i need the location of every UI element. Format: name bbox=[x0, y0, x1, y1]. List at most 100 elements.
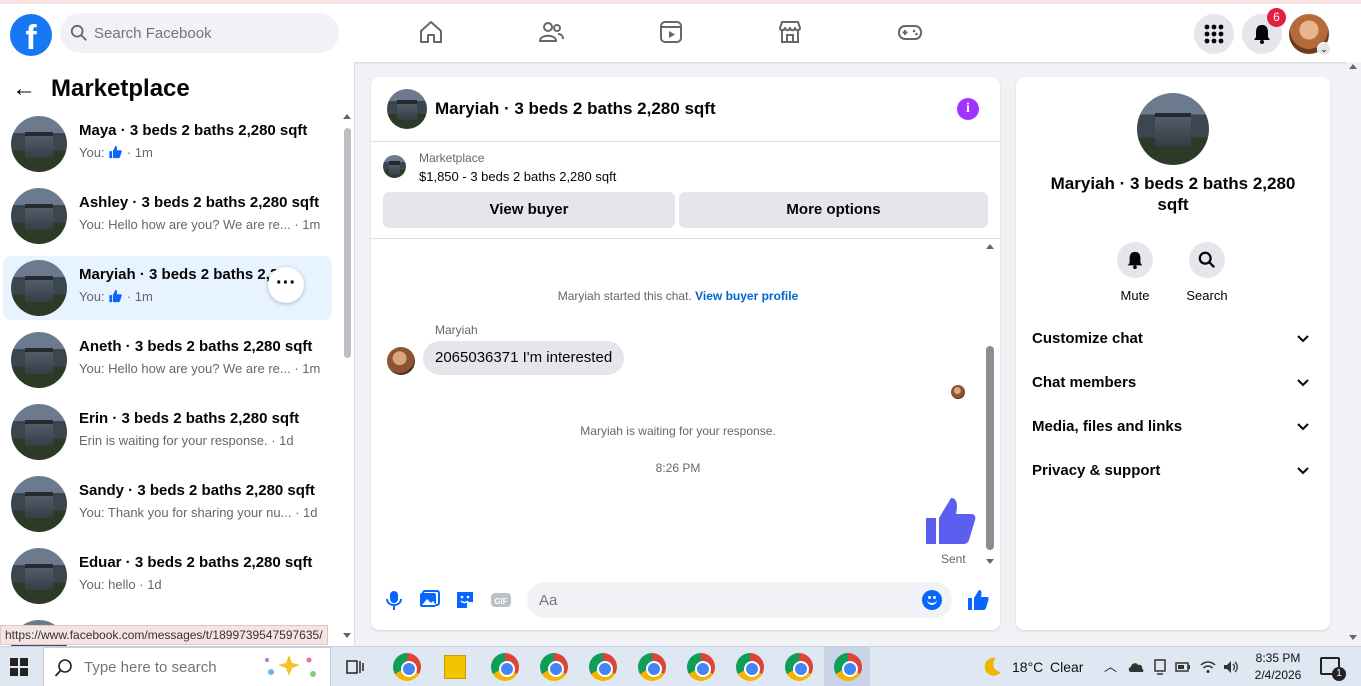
chrome-profile-app-icon[interactable] bbox=[638, 653, 666, 681]
search-input[interactable] bbox=[94, 13, 324, 53]
list-item[interactable]: Eduar · 3 beds 2 baths 2,280 sqft You: h… bbox=[3, 544, 332, 608]
chrome-app-icon[interactable] bbox=[393, 653, 421, 681]
chat-title[interactable]: Maryiah · 3 beds 2 baths 2,280 sqft bbox=[435, 99, 716, 119]
volume-icon[interactable] bbox=[1223, 659, 1239, 675]
message-composer: GIF bbox=[371, 577, 1000, 623]
facebook-logo[interactable]: f bbox=[10, 14, 52, 56]
sent-like-icon[interactable] bbox=[924, 496, 976, 546]
listing-summary: Marketplace $1,850 - 3 beds 2 baths 2,28… bbox=[371, 143, 1000, 239]
listing-thumbnail bbox=[11, 404, 67, 460]
message-thread: Maryiah started this chat. View buyer pr… bbox=[371, 240, 1000, 570]
windows-start-icon[interactable] bbox=[10, 658, 28, 676]
chat-started-note: Maryiah started this chat. View buyer pr… bbox=[557, 289, 799, 303]
conversation-title: Erin · 3 beds 2 baths 2,280 sqft bbox=[79, 410, 300, 427]
list-item[interactable]: Ashley · 3 beds 2 baths 2,280 sqft You: … bbox=[3, 184, 332, 248]
listing-thumbnail[interactable] bbox=[387, 89, 427, 129]
wifi-icon[interactable] bbox=[1200, 659, 1216, 675]
scrollbar-thumb[interactable] bbox=[986, 346, 994, 550]
info-icon[interactable]: i bbox=[957, 98, 979, 120]
marketplace-icon[interactable] bbox=[777, 19, 803, 45]
view-buyer-profile-link[interactable]: View buyer profile bbox=[695, 289, 798, 303]
panel-title: Marketplace bbox=[51, 75, 190, 102]
weather-condition[interactable]: Clear bbox=[1050, 647, 1083, 686]
conversation-title: Sandy · 3 beds 2 baths 2,280 sqft bbox=[79, 482, 315, 499]
onedrive-icon[interactable] bbox=[1127, 659, 1145, 675]
battery-icon[interactable] bbox=[1175, 660, 1191, 674]
scroll-up-arrow[interactable] bbox=[1349, 64, 1357, 69]
sticker-icon[interactable] bbox=[454, 589, 476, 611]
system-clock[interactable]: 8:35 PM 2/4/2026 bbox=[1250, 650, 1306, 684]
more-options-button[interactable]: More options bbox=[679, 192, 988, 228]
search-facebook-box[interactable] bbox=[60, 13, 339, 53]
sender-name: Maryiah bbox=[435, 323, 478, 337]
chevron-up-icon[interactable]: ︿ bbox=[1104, 647, 1117, 686]
menu-grid-button[interactable] bbox=[1194, 14, 1234, 54]
account-avatar[interactable]: ⌄ bbox=[1289, 14, 1331, 56]
list-item[interactable]: Erin · 3 beds 2 baths 2,280 sqft Erin is… bbox=[3, 400, 332, 464]
action-center-badge: 1 bbox=[1332, 667, 1346, 681]
friends-icon[interactable] bbox=[538, 19, 564, 45]
conversation-snippet: You: Hello how are you? We are re... · 1… bbox=[79, 361, 321, 376]
listing-thumbnail bbox=[383, 155, 406, 178]
like-send-icon[interactable] bbox=[967, 589, 989, 611]
scrollbar-thumb[interactable] bbox=[344, 128, 351, 358]
message-bubble[interactable]: 2065036371 I'm interested bbox=[423, 341, 625, 375]
clock-time: 8:35 PM bbox=[1255, 651, 1301, 665]
more-options-dots-button[interactable]: ··· bbox=[268, 267, 304, 303]
chrome-profile-app-icon[interactable] bbox=[540, 653, 568, 681]
scroll-down-arrow[interactable] bbox=[1349, 635, 1357, 640]
media-files-links-section[interactable]: Media, files and links bbox=[1032, 418, 1314, 442]
chrome-profile-app-icon[interactable] bbox=[589, 653, 617, 681]
page-scrollbar[interactable] bbox=[1346, 62, 1361, 646]
chrome-profile-app-icon[interactable] bbox=[491, 653, 519, 681]
photo-icon[interactable] bbox=[418, 589, 440, 611]
weather-temperature[interactable]: 18°C bbox=[1012, 647, 1043, 686]
mute-action[interactable]: Mute bbox=[1105, 242, 1165, 303]
chat-members-section[interactable]: Chat members bbox=[1032, 374, 1314, 398]
customize-chat-section[interactable]: Customize chat bbox=[1032, 330, 1314, 354]
chat-info-panel: Maryiah · 3 beds 2 baths 2,280 sqft Mute… bbox=[1016, 77, 1330, 630]
marketplace-inbox-panel: ← Marketplace Maya · 3 beds 2 baths 2,28… bbox=[0, 62, 355, 646]
list-item[interactable]: Sandy · 3 beds 2 baths 2,280 sqft You: T… bbox=[3, 472, 332, 536]
task-view-icon[interactable] bbox=[346, 658, 364, 676]
watch-icon[interactable] bbox=[658, 19, 684, 45]
sender-avatar[interactable] bbox=[387, 347, 415, 375]
list-item[interactable]: Aneth · 3 beds 2 baths 2,280 sqft You: H… bbox=[3, 328, 332, 392]
panel-header: ← Marketplace bbox=[12, 74, 190, 104]
conversation-snippet: Erin is waiting for your response. · 1d bbox=[79, 433, 294, 448]
moon-weather-icon bbox=[984, 657, 1001, 676]
home-icon[interactable] bbox=[418, 19, 444, 45]
emoji-icon[interactable] bbox=[922, 590, 942, 610]
chrome-profile-app-icon[interactable] bbox=[736, 653, 764, 681]
taskbar-search-input[interactable] bbox=[84, 648, 264, 686]
chrome-profile-app-icon[interactable] bbox=[687, 653, 715, 681]
taskbar-search-box[interactable] bbox=[43, 647, 331, 686]
scroll-down-arrow[interactable] bbox=[986, 559, 994, 564]
conversation-title: Maya · 3 beds 2 baths 2,280 sqft bbox=[79, 122, 308, 139]
gif-icon[interactable]: GIF bbox=[490, 589, 512, 611]
chrome-profile-app-icon[interactable] bbox=[785, 653, 813, 681]
microphone-icon[interactable] bbox=[383, 589, 405, 611]
privacy-support-section[interactable]: Privacy & support bbox=[1032, 462, 1314, 486]
scroll-up-arrow[interactable] bbox=[343, 114, 351, 119]
scroll-up-arrow[interactable] bbox=[986, 244, 994, 249]
search-action[interactable]: Search bbox=[1177, 242, 1237, 303]
list-item-active[interactable]: Maryiah · 3 beds 2 baths 2,28... You: · … bbox=[3, 256, 332, 320]
scroll-down-arrow[interactable] bbox=[343, 633, 351, 638]
message-input-box[interactable] bbox=[527, 582, 952, 618]
message-input[interactable] bbox=[539, 582, 909, 618]
listing-thumbnail bbox=[11, 476, 67, 532]
read-receipt-avatar bbox=[951, 385, 965, 399]
device-icon[interactable] bbox=[1153, 659, 1167, 675]
action-center-icon[interactable]: 1 bbox=[1320, 657, 1346, 681]
list-item[interactable]: Maya · 3 beds 2 baths 2,280 sqft You: · … bbox=[3, 112, 332, 176]
conversation-snippet: You: Thank you for sharing your nu... · … bbox=[79, 505, 318, 520]
chrome-active-app-icon[interactable] bbox=[834, 653, 862, 681]
notifications-button[interactable]: 6 bbox=[1242, 8, 1286, 54]
sticky-notes-app-icon[interactable] bbox=[444, 655, 466, 679]
gaming-icon[interactable] bbox=[897, 19, 923, 45]
view-buyer-button[interactable]: View buyer bbox=[383, 192, 675, 228]
conversation-title: Ashley · 3 beds 2 baths 2,280 sqft bbox=[79, 194, 319, 211]
back-arrow-icon[interactable]: ← bbox=[12, 75, 40, 103]
search-icon bbox=[70, 24, 87, 41]
